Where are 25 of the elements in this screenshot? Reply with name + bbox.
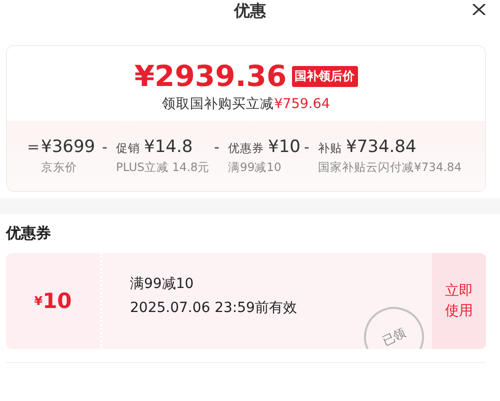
operator-sign: - xyxy=(102,138,108,156)
section-heading: 优惠券 xyxy=(6,224,52,243)
operator-sign: - xyxy=(214,138,220,156)
coupon-amount: ¥10 xyxy=(6,253,102,349)
coupon-condition: 满99减10 xyxy=(130,275,195,293)
breakdown-amount: ¥14.8 xyxy=(144,137,193,157)
breakdown-note: 满99减10 xyxy=(228,160,282,175)
window-title: 优惠 xyxy=(234,1,266,21)
breakdown-label: 促销 xyxy=(116,141,140,156)
final-price: ¥2939.36 xyxy=(134,60,287,92)
breakdown-note: 京东价 xyxy=(41,160,78,175)
breakdown-amount: ¥3699 xyxy=(41,137,96,157)
breakdown-label: 优惠券 xyxy=(228,141,264,156)
breakdown-note: PLUS立减 14.8元 xyxy=(116,160,211,175)
operator-sign: - xyxy=(304,138,310,156)
coupon-validity: 2025.07.06 23:59前有效 xyxy=(130,299,298,317)
saving-text: 领取国补购买立减¥759.64 xyxy=(162,95,330,113)
breakdown-amount: ¥10 xyxy=(268,137,300,157)
breakdown-label: 补贴 xyxy=(318,141,342,156)
close-icon[interactable] xyxy=(472,4,486,15)
breakdown-note: 国家补贴云闪付减¥734.84 xyxy=(318,160,463,175)
price-tag: 国补领后价 xyxy=(292,66,358,86)
operator-sign: = xyxy=(27,138,37,156)
breakdown-amount: ¥734.84 xyxy=(346,137,416,157)
use-now-button[interactable]: 立即使用 xyxy=(432,253,486,349)
